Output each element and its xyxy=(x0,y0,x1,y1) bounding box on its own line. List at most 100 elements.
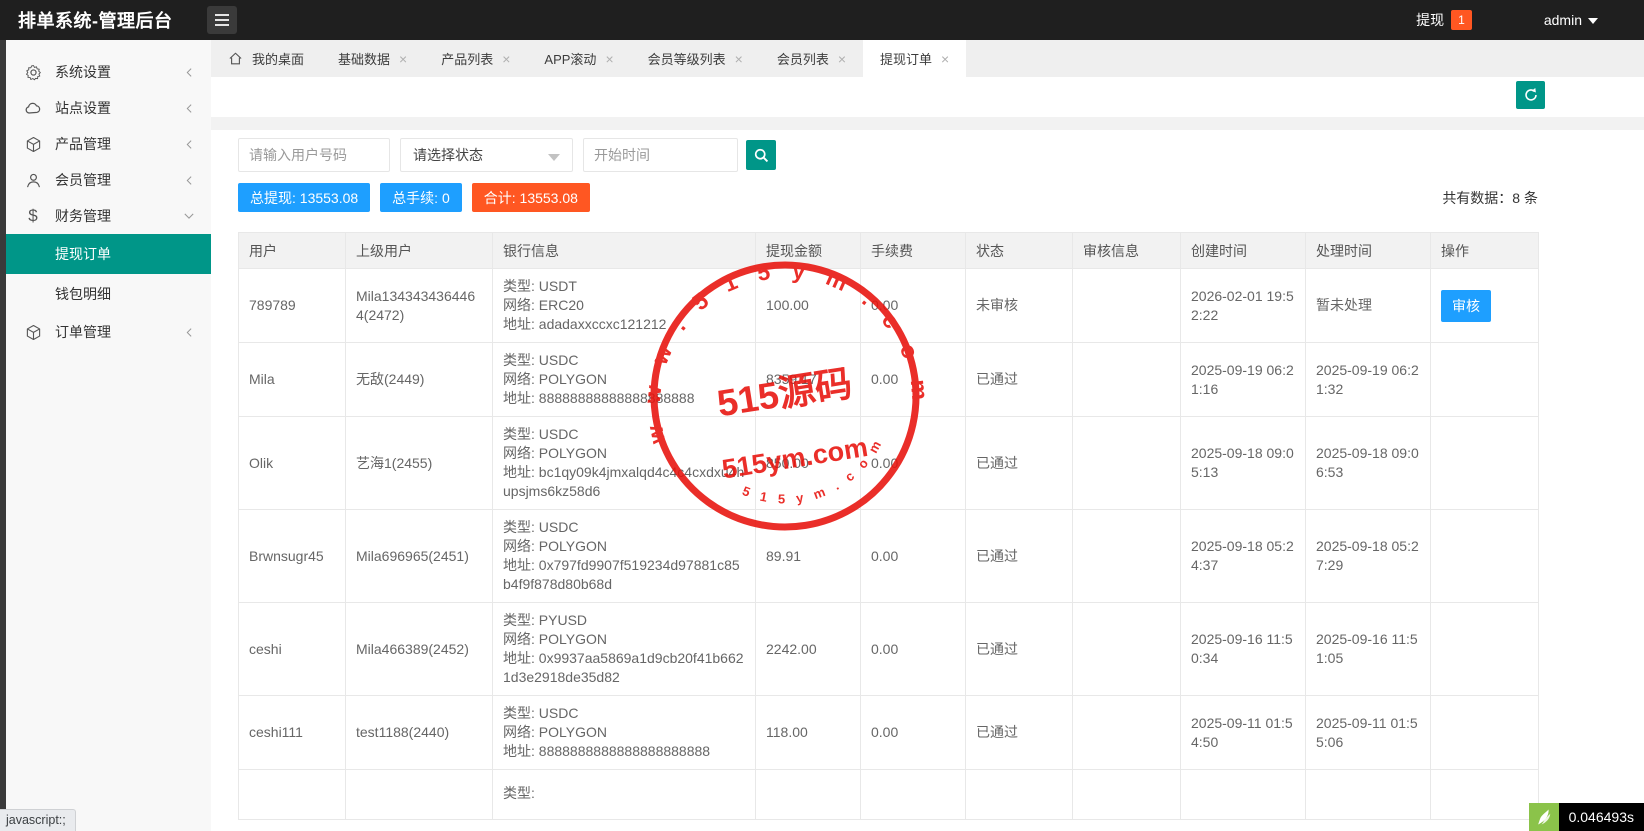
bank-info-line: 类型: USDC xyxy=(503,705,579,721)
sidebar-item-label: 订单管理 xyxy=(55,324,111,340)
bank-info-line: 地址: adadaxxccxc121212 xyxy=(503,316,667,332)
sidebar-item-3[interactable]: 会员管理 xyxy=(6,162,211,198)
tab-label: 我的桌面 xyxy=(252,52,305,67)
table-row: ceshi111 test1188(2440) 类型: USDC 网络: POLYGO… xyxy=(238,695,1539,770)
tab-close-icon[interactable]: × xyxy=(941,52,949,66)
column-header: 处理时间 xyxy=(1305,232,1431,269)
toolbar xyxy=(211,77,1644,117)
cell-bank-info: 类型: xyxy=(492,769,756,820)
filter-bar: 请选择状态 xyxy=(238,138,776,172)
stat-button-1[interactable]: 总手续: 0 xyxy=(380,183,462,212)
refresh-button[interactable] xyxy=(1516,81,1545,109)
select-caret-icon xyxy=(548,154,560,161)
content-gap xyxy=(211,117,1644,130)
tab-4[interactable]: 会员等级列表 × xyxy=(631,40,760,77)
execution-time: 0.046493s xyxy=(1558,803,1644,831)
sidebar-item-label: 财务管理 xyxy=(55,208,111,224)
tab-2[interactable]: 产品列表 × xyxy=(424,40,527,77)
withdraw-notice[interactable]: 提现 1 xyxy=(1416,10,1472,30)
cell-amount xyxy=(755,769,861,820)
cell-audit-info xyxy=(1072,416,1181,510)
column-header: 状态 xyxy=(965,232,1073,269)
tab-close-icon[interactable]: × xyxy=(735,52,743,66)
tab-close-icon[interactable]: × xyxy=(399,52,407,66)
cell-user: ceshi xyxy=(238,602,346,696)
cell-bank-info: 类型: USDC 网络: POLYGON 地址: 88888888888888888… xyxy=(492,342,756,417)
username: admin xyxy=(1543,12,1582,28)
debug-timer: 0.046493s xyxy=(1528,803,1644,831)
column-header: 操作 xyxy=(1430,232,1539,269)
stat-button-0[interactable]: 总提现: 13553.08 xyxy=(238,183,371,212)
column-header: 上级用户 xyxy=(345,232,493,269)
sidebar-subitem-4-0[interactable]: 提现订单 xyxy=(6,234,211,274)
bank-info-line: 网络: POLYGON xyxy=(503,538,607,554)
thinkphp-logo-icon[interactable] xyxy=(1528,803,1559,831)
gear-icon xyxy=(24,63,42,81)
cell-amount: 850.00 xyxy=(755,416,861,510)
cell-processed-time: 2025-09-11 01:55:06 xyxy=(1305,695,1431,770)
chevron-left-icon xyxy=(186,175,192,185)
tab-6[interactable]: 提现订单 × xyxy=(863,40,967,77)
cell-fee: 0.00 xyxy=(860,509,966,603)
main-panel: 请选择状态 总提现: 13553.08 总手续: 0 合计: 13553.08 共有… xyxy=(211,130,1644,831)
cube-icon xyxy=(24,323,42,341)
cell-amount: 8359.17 xyxy=(755,342,861,417)
tab-3[interactable]: APP滚动 × xyxy=(527,40,630,77)
withdraw-count-badge: 1 xyxy=(1451,10,1472,30)
withdraw-orders-table: 用户 上级用户 银行信息 提现金额 手续费 状态 审核信息 创建时间 处理时间 操作 789789… xyxy=(238,232,1539,820)
cell-status xyxy=(965,769,1073,820)
chevron-left-icon xyxy=(186,67,192,77)
user-menu[interactable]: admin xyxy=(1544,12,1598,28)
sidebar-item-2[interactable]: 产品管理 xyxy=(6,126,211,162)
cell-action: 审核 xyxy=(1430,268,1539,343)
bank-info-line: 地址: 8888888888888888888888 xyxy=(503,743,711,759)
tab-5[interactable]: 会员列表 × xyxy=(760,40,863,77)
sidebar-toggle-button[interactable] xyxy=(207,6,237,34)
table-row: ceshi Mila466389(2452) 类型: PYUSD 网络: POLYGO… xyxy=(238,602,1539,696)
cell-fee xyxy=(860,769,966,820)
cell-created-time: 2025-09-11 01:54:50 xyxy=(1180,695,1306,770)
cloud-icon xyxy=(24,99,42,117)
sidebar-item-5[interactable]: 订单管理 xyxy=(6,314,211,350)
cell-parent-user: 艺海1(2455) xyxy=(345,416,493,510)
cell-action xyxy=(1430,602,1539,696)
tab-close-icon[interactable]: × xyxy=(838,52,846,66)
sidebar-item-4[interactable]: $ 财务管理 xyxy=(6,198,211,234)
cube-icon xyxy=(24,135,42,153)
column-header: 手续费 xyxy=(860,232,966,269)
status-select[interactable]: 请选择状态 xyxy=(400,138,573,172)
table-row: 类型: xyxy=(238,769,1539,820)
tab-close-icon[interactable]: × xyxy=(502,52,510,66)
sidebar-menu: 系统设置站点设置产品管理 会员管理 $ 财务管理提现订单 钱包明细订单管理 xyxy=(6,54,211,350)
record-count: 共有数据：8 条 xyxy=(1442,190,1538,206)
bank-info-line: 网络: POLYGON xyxy=(503,724,607,740)
column-header: 提现金额 xyxy=(755,232,861,269)
cell-status: 未审核 xyxy=(965,268,1073,343)
sidebar-item-1[interactable]: 站点设置 xyxy=(6,90,211,126)
caret-down-icon xyxy=(1588,18,1598,24)
tab-close-icon[interactable]: × xyxy=(605,52,613,66)
sidebar-subitem-4-1[interactable]: 钱包明细 xyxy=(6,274,211,314)
audit-button[interactable]: 审核 xyxy=(1441,289,1491,322)
search-button[interactable] xyxy=(746,140,776,170)
app-title: 排单系统-管理后台 xyxy=(18,11,173,31)
stat-button-2[interactable]: 合计: 13553.08 xyxy=(471,183,590,212)
cell-action xyxy=(1430,342,1539,417)
cell-user: Brwnsugr45 xyxy=(238,509,346,603)
cell-audit-info xyxy=(1072,509,1181,603)
bank-info-line: 地址: 0x9937aa5869a1d9cb20f41b6621d3e2918d… xyxy=(503,650,744,685)
cell-processed-time: 2025-09-18 05:27:29 xyxy=(1305,509,1431,603)
cell-status: 已通过 xyxy=(965,342,1073,417)
user-icon xyxy=(24,171,42,189)
hamburger-icon xyxy=(215,14,229,26)
sidebar-item-label: 站点设置 xyxy=(55,100,111,116)
tab-1[interactable]: 基础数据 × xyxy=(321,40,424,77)
cell-audit-info xyxy=(1072,695,1181,770)
cell-processed-time: 2025-09-18 09:06:53 xyxy=(1305,416,1431,510)
dollar-icon: $ xyxy=(28,206,38,225)
tab-bar: 我的桌面 基础数据 × 产品列表 × APP滚动 × 会员等级列表 × 会员列表 × 提现订单 × xyxy=(211,40,1644,77)
sidebar-item-0[interactable]: 系统设置 xyxy=(6,54,211,90)
tab-0[interactable]: 我的桌面 xyxy=(211,40,321,77)
start-time-input[interactable] xyxy=(583,138,738,172)
user-number-input[interactable] xyxy=(238,138,390,172)
